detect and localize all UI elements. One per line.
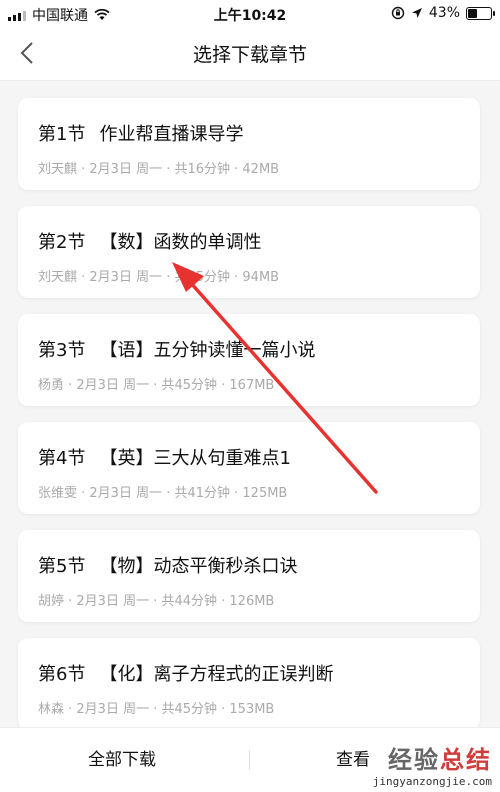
chapter-name: 【英】三大从句重难点1 (99, 448, 291, 469)
watermark: 经验总结 jingyanzongjie.com (373, 740, 492, 788)
view-button[interactable]: 查看 (336, 728, 370, 792)
chapter-title: 第5节 【物】动态平衡秒杀口诀 (38, 552, 297, 578)
chapter-meta: 张维雯 · 2月3日 周一 · 共41分钟 · 125MB (38, 486, 288, 501)
chapter-name: 【化】离子方程式的正误判断 (99, 664, 334, 685)
nav-bar: 选择下载章节 (0, 26, 500, 81)
chapter-item-1[interactable]: 第1节 作业帮直播课导学 刘天麒 · 2月3日 周一 · 共16分钟 · 42MB (18, 98, 480, 190)
orientation-lock-icon (391, 6, 405, 20)
chapter-meta: 杨勇 · 2月3日 周一 · 共45分钟 · 167MB (38, 378, 275, 393)
chapter-name: 【语】五分钟读懂一篇小说 (99, 340, 316, 361)
chapter-number: 第1节 (38, 124, 86, 145)
chapter-name: 【物】动态平衡秒杀口诀 (99, 556, 298, 577)
page-title: 选择下载章节 (192, 44, 307, 66)
battery-icon (466, 6, 495, 20)
watermark-logo: 经验总结 (388, 746, 492, 774)
chapter-meta: 林森 · 2月3日 周一 · 共45分钟 · 153MB (38, 702, 275, 717)
chapter-item-3[interactable]: 第3节 【语】五分钟读懂一篇小说 杨勇 · 2月3日 周一 · 共45分钟 · 1… (18, 314, 480, 406)
chapter-number: 第3节 (38, 340, 86, 361)
chapter-meta: 胡婷 · 2月3日 周一 · 共44分钟 · 126MB (38, 594, 275, 609)
chapter-number: 第2节 (38, 232, 86, 253)
chapter-number: 第5节 (38, 556, 86, 577)
download-all-button[interactable]: 全部下载 (88, 728, 156, 792)
chapter-item-5[interactable]: 第5节 【物】动态平衡秒杀口诀 胡婷 · 2月3日 周一 · 共44分钟 · 12… (18, 530, 480, 622)
chapter-number: 第6节 (38, 664, 86, 685)
divider (249, 750, 250, 770)
chapter-item-2[interactable]: 第2节 【数】函数的单调性 刘天麒 · 2月3日 周一 · 共45分钟 · 94M… (18, 206, 480, 298)
chapter-item-6[interactable]: 第6节 【化】离子方程式的正误判断 林森 · 2月3日 周一 · 共45分钟 · … (18, 638, 480, 730)
chapter-name: 【数】函数的单调性 (99, 232, 262, 253)
chapter-title: 第2节 【数】函数的单调性 (38, 228, 261, 254)
chapter-meta: 刘天麒 · 2月3日 周一 · 共16分钟 · 42MB (38, 162, 280, 177)
chapter-meta: 刘天麒 · 2月3日 周一 · 共45分钟 · 94MB (38, 270, 280, 285)
watermark-url: jingyanzongjie.com (372, 775, 492, 788)
chapter-title: 第4节 【英】三大从句重难点1 (38, 444, 291, 470)
battery-percent: 43% (428, 5, 460, 21)
chapter-number: 第4节 (38, 448, 86, 469)
status-right: 43% (391, 5, 495, 21)
chapter-title: 第3节 【语】五分钟读懂一篇小说 (38, 336, 315, 362)
status-bar: 中国联通 上午10:42 43% (0, 0, 500, 26)
chapter-name: 作业帮直播课导学 (99, 124, 244, 145)
location-icon (411, 8, 422, 18)
chapter-item-4[interactable]: 第4节 【英】三大从句重难点1 张维雯 · 2月3日 周一 · 共41分钟 · 1… (18, 422, 480, 514)
chapter-title: 第1节 作业帮直播课导学 (38, 120, 243, 146)
chapter-title: 第6节 【化】离子方程式的正误判断 (38, 660, 333, 686)
